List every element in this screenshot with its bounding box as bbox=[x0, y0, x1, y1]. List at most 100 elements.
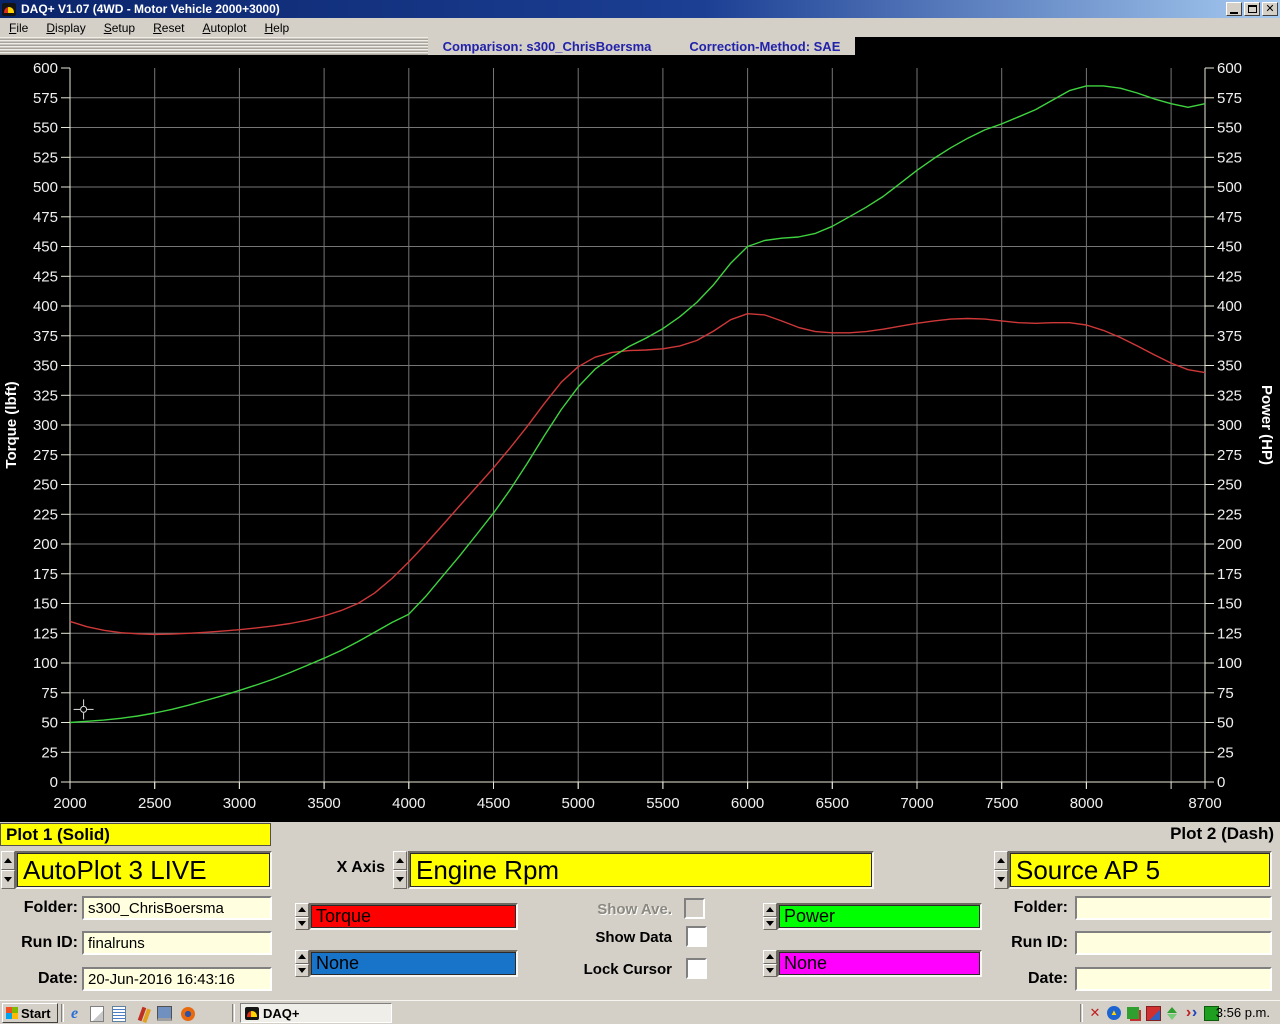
spin-down-icon[interactable] bbox=[763, 964, 777, 978]
svg-text:500: 500 bbox=[1217, 179, 1242, 196]
svg-text:200: 200 bbox=[33, 536, 58, 553]
plot2-channel1-field[interactable]: Power bbox=[777, 903, 982, 930]
comparison-bar: Comparison: s300_ChrisBoersma Correction… bbox=[0, 37, 855, 55]
svg-text:525: 525 bbox=[33, 149, 58, 166]
svg-text:25: 25 bbox=[1217, 744, 1234, 761]
svg-text:325: 325 bbox=[1217, 387, 1242, 404]
plot1-run-id-field[interactable]: finalruns bbox=[82, 931, 272, 955]
daq-task-button[interactable]: DAQ+ bbox=[240, 1003, 392, 1023]
correction-method-text: Correction-Method: SAE bbox=[689, 39, 840, 54]
daq-app-icon bbox=[245, 1007, 259, 1020]
taskbar-divider bbox=[232, 1004, 235, 1022]
maximize-icon bbox=[1248, 5, 1257, 13]
plot2-channel2-field[interactable]: None bbox=[777, 950, 982, 977]
spin-up-icon[interactable] bbox=[994, 851, 1008, 870]
svg-text:400: 400 bbox=[1217, 298, 1242, 315]
spin-down-icon[interactable] bbox=[295, 964, 309, 978]
firefox-icon[interactable] bbox=[179, 1005, 196, 1022]
plot1-channel2-spinner[interactable] bbox=[295, 950, 309, 977]
show-data-checkbox[interactable] bbox=[686, 926, 707, 947]
svg-text:425: 425 bbox=[1217, 268, 1242, 285]
menu-file[interactable]: File bbox=[0, 19, 37, 37]
tray-security-icon[interactable] bbox=[1145, 1005, 1161, 1021]
spin-up-icon[interactable] bbox=[295, 950, 309, 964]
dyno-chart[interactable]: 2000250030003500400045005000550060006500… bbox=[0, 37, 1280, 822]
comparison-info: Comparison: s300_ChrisBoersma Correction… bbox=[428, 37, 855, 55]
svg-text:100: 100 bbox=[33, 655, 58, 672]
title-bar: DAQ+ V1.07 (4WD - Motor Vehicle 2000+300… bbox=[0, 0, 1280, 18]
document-editor-icon[interactable] bbox=[88, 1005, 105, 1022]
plot2-source-spinner[interactable] bbox=[994, 851, 1008, 889]
plot2-folder-field[interactable] bbox=[1075, 896, 1272, 920]
spin-down-icon[interactable] bbox=[763, 917, 777, 931]
spin-up-icon[interactable] bbox=[763, 950, 777, 964]
menu-help[interactable]: Help bbox=[256, 19, 299, 37]
plot2-run-id-field[interactable] bbox=[1075, 931, 1272, 955]
taskbar-clock: 3:56 p.m. bbox=[1216, 1005, 1270, 1020]
menu-reset[interactable]: Reset bbox=[144, 19, 193, 37]
spin-up-icon[interactable] bbox=[1, 851, 15, 870]
plot2-date-field[interactable] bbox=[1075, 967, 1272, 991]
plot2-channel1-spinner[interactable] bbox=[763, 903, 777, 930]
menu-display[interactable]: Display bbox=[37, 19, 94, 37]
internet-explorer-icon[interactable]: e bbox=[66, 1005, 83, 1022]
svg-text:600: 600 bbox=[1217, 60, 1242, 77]
plot1-channel2-field[interactable]: None bbox=[309, 950, 518, 977]
svg-text:350: 350 bbox=[1217, 358, 1242, 375]
spin-up-icon[interactable] bbox=[763, 903, 777, 917]
tray-chevrons-icon[interactable]: › bbox=[1183, 1005, 1199, 1021]
svg-text:575: 575 bbox=[33, 90, 58, 107]
svg-text:7000: 7000 bbox=[900, 795, 933, 812]
plot1-run-id-label: Run ID: bbox=[0, 934, 78, 952]
spin-up-icon[interactable] bbox=[393, 851, 407, 870]
tray-update-icon[interactable] bbox=[1125, 1005, 1141, 1021]
svg-text:300: 300 bbox=[1217, 417, 1242, 434]
menu-setup[interactable]: Setup bbox=[95, 19, 144, 37]
plot2-channel2-spinner[interactable] bbox=[763, 950, 777, 977]
tray-network-icon[interactable] bbox=[1164, 1005, 1180, 1021]
toolbar-ribbed-strip bbox=[0, 37, 428, 55]
plot1-source-spinner[interactable] bbox=[1, 851, 15, 889]
svg-text:575: 575 bbox=[1217, 90, 1242, 107]
svg-text:Torque (lbft): Torque (lbft) bbox=[3, 381, 20, 468]
minimize-icon bbox=[1230, 12, 1238, 14]
tray-alert-icon[interactable]: ▲ bbox=[1106, 1005, 1122, 1021]
spin-down-icon[interactable] bbox=[994, 870, 1008, 889]
svg-text:450: 450 bbox=[1217, 239, 1242, 256]
x-axis-spinner[interactable] bbox=[393, 851, 407, 889]
paint-icon[interactable] bbox=[133, 1005, 150, 1022]
spin-down-icon[interactable] bbox=[393, 870, 407, 889]
x-axis-field[interactable]: Engine Rpm bbox=[408, 851, 874, 889]
svg-text:350: 350 bbox=[33, 358, 58, 375]
lock-cursor-checkbox[interactable] bbox=[686, 958, 707, 979]
maximize-button[interactable] bbox=[1244, 2, 1260, 16]
menu-bar: File Display Setup Reset Autoplot Help bbox=[0, 18, 1280, 37]
svg-text:375: 375 bbox=[33, 328, 58, 345]
minimize-button[interactable] bbox=[1226, 2, 1242, 16]
plot1-channel1-spinner[interactable] bbox=[295, 903, 309, 930]
plot1-channel1-field[interactable]: Torque bbox=[309, 903, 518, 930]
control-panel: Plot 1 (Solid) Plot 2 (Dash) AutoPlot 3 … bbox=[0, 822, 1280, 1000]
plot1-folder-field[interactable]: s300_ChrisBoersma bbox=[82, 896, 272, 920]
svg-text:2500: 2500 bbox=[138, 795, 171, 812]
spin-up-icon[interactable] bbox=[295, 903, 309, 917]
svg-text:25: 25 bbox=[41, 744, 58, 761]
svg-text:8700: 8700 bbox=[1188, 795, 1221, 812]
spin-down-icon[interactable] bbox=[295, 917, 309, 931]
plot2-source-field[interactable]: Source AP 5 bbox=[1008, 851, 1272, 889]
plot1-date-field[interactable]: 20-Jun-2016 16:43:16 bbox=[82, 967, 272, 991]
plot2-date-label: Date: bbox=[988, 970, 1068, 988]
tray-disconnect-icon[interactable]: ✕ bbox=[1087, 1005, 1103, 1021]
spin-down-icon[interactable] bbox=[1, 870, 15, 889]
plot2-header: Plot 2 (Dash) bbox=[1170, 824, 1274, 844]
svg-text:3000: 3000 bbox=[223, 795, 256, 812]
start-button[interactable]: Start bbox=[2, 1003, 58, 1023]
plot1-source-field[interactable]: AutoPlot 3 LIVE bbox=[15, 851, 272, 889]
svg-text:550: 550 bbox=[1217, 120, 1242, 137]
notes-icon[interactable] bbox=[110, 1005, 127, 1022]
svg-text:475: 475 bbox=[1217, 209, 1242, 226]
close-button[interactable]: ✕ bbox=[1262, 2, 1278, 16]
menu-autoplot[interactable]: Autoplot bbox=[193, 19, 255, 37]
lock-cursor-label: Lock Cursor bbox=[548, 961, 672, 978]
show-desktop-icon[interactable] bbox=[156, 1005, 173, 1022]
